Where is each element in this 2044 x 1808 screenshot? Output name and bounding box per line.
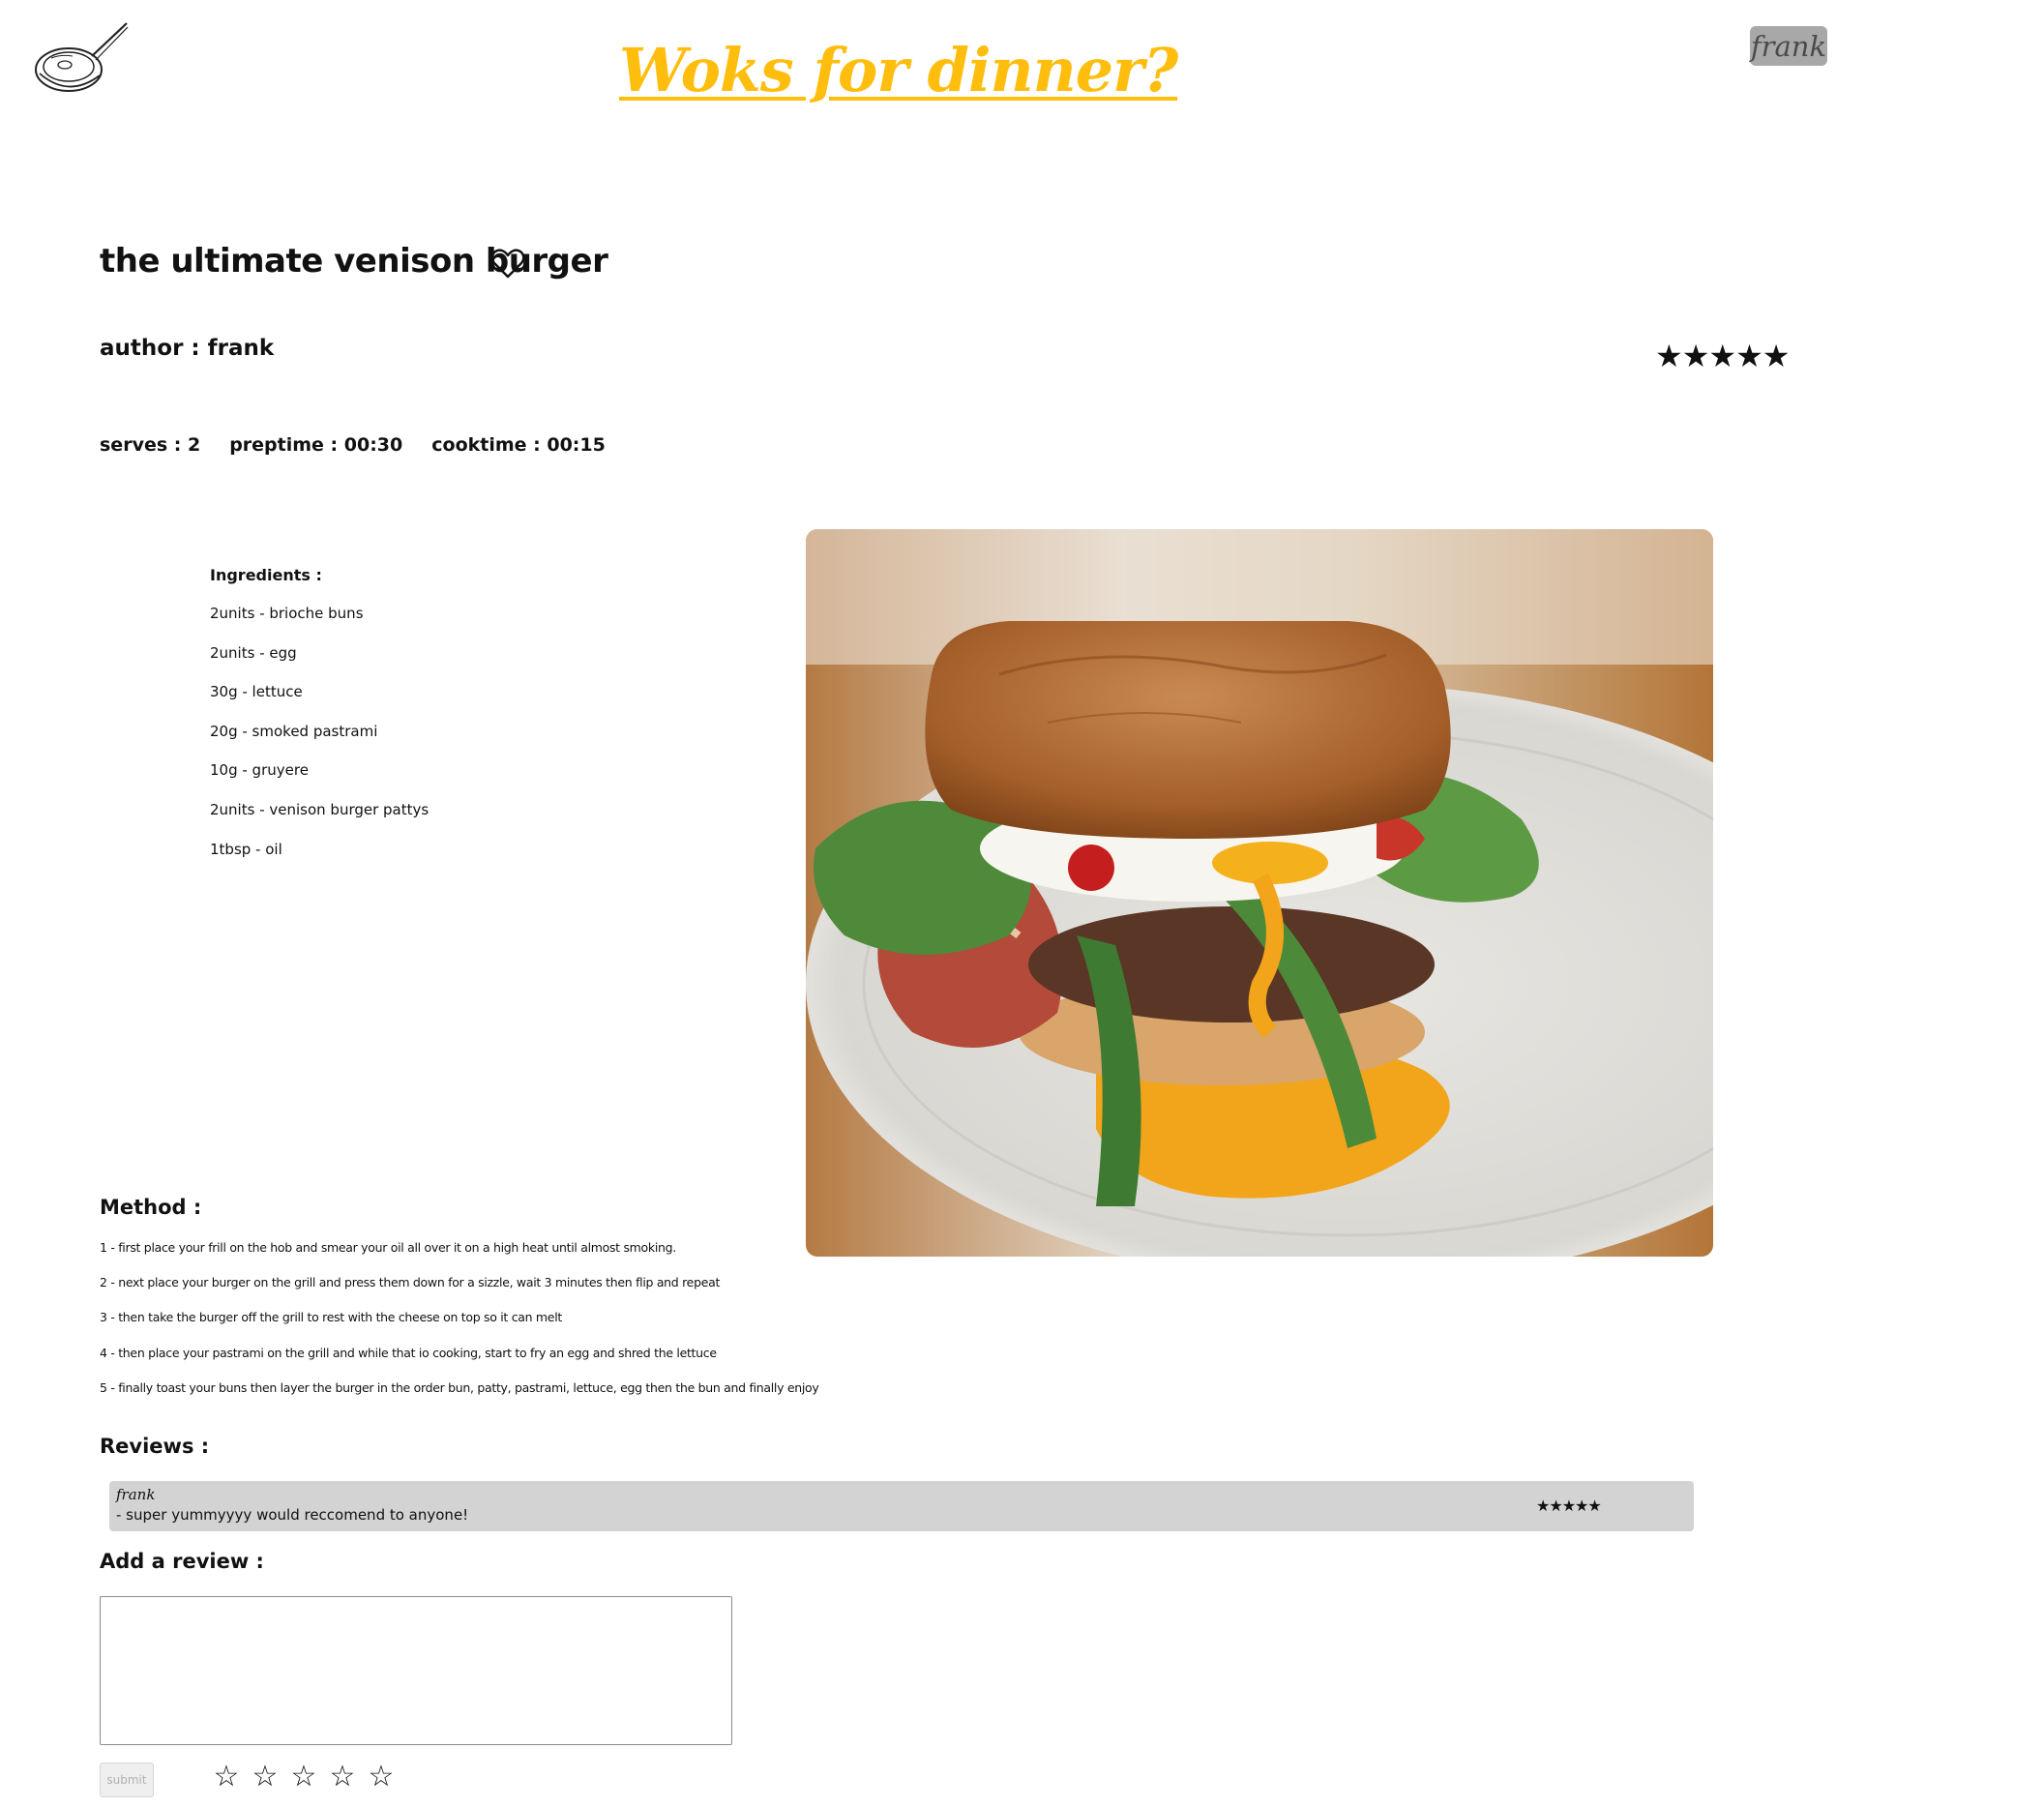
method-list: 1 - first place your frill on the hob an… xyxy=(100,1240,819,1415)
recipe-title: the ultimate venison burger xyxy=(100,242,608,281)
method-step: 3 - then take the burger off the grill t… xyxy=(100,1310,562,1325)
star-rating-5-icon[interactable]: ☆ xyxy=(367,1759,396,1795)
ingredient-item: 2units - egg xyxy=(210,643,297,662)
review-text: - super yummyyyy would reccomend to anyo… xyxy=(116,1506,469,1524)
preptime-label: preptime : 00:30 xyxy=(229,434,403,456)
wok-logo-icon[interactable] xyxy=(32,21,131,99)
recipe-meta-row: serves : 2 preptime : 00:30 cooktime : 0… xyxy=(100,434,606,456)
user-account-button[interactable]: frank xyxy=(1750,26,1827,66)
review-rating-stars: ★★★★★ xyxy=(1536,1497,1602,1515)
star-rating-4-icon[interactable]: ☆ xyxy=(328,1759,357,1795)
review-textarea[interactable] xyxy=(100,1596,732,1745)
method-step: 1 - first place your frill on the hob an… xyxy=(100,1240,676,1255)
recipe-author: author : frank xyxy=(100,336,275,361)
add-review-heading: Add a review : xyxy=(100,1550,264,1573)
recipe-rating-stars: ★★★★★ xyxy=(1655,338,1790,374)
ingredient-item: 2units - venison burger pattys xyxy=(210,800,430,818)
ingredient-item: 20g - smoked pastrami xyxy=(210,722,378,740)
ingredient-item: 30g - lettuce xyxy=(210,683,303,701)
recipe-photo xyxy=(806,529,1713,1257)
submit-review-button[interactable]: submit xyxy=(100,1763,154,1797)
review-author: frank xyxy=(116,1486,156,1503)
review-card: frank - super yummyyyy would reccomend t… xyxy=(109,1481,1694,1531)
star-rating-3-icon[interactable]: ☆ xyxy=(289,1759,318,1795)
reviews-heading: Reviews : xyxy=(100,1435,210,1458)
ingredient-item: 2units - brioche buns xyxy=(210,605,364,622)
user-name-label: frank xyxy=(1750,29,1827,63)
cooktime-label: cooktime : 00:15 xyxy=(431,434,606,456)
method-step: 5 - finally toast your buns then layer t… xyxy=(100,1379,819,1395)
method-step: 2 - next place your burger on the grill … xyxy=(100,1275,721,1290)
star-rating-1-icon[interactable]: ☆ xyxy=(212,1759,241,1795)
method-heading: Method : xyxy=(100,1196,202,1219)
ingredients-heading: Ingredients : xyxy=(210,566,322,584)
rating-star-picker: ☆ ☆ ☆ ☆ ☆ xyxy=(212,1759,396,1795)
ingredient-item: 10g - gruyere xyxy=(210,761,309,780)
method-step: 4 - then place your pastrami on the gril… xyxy=(100,1345,717,1360)
ingredients-list: Ingredients : 2units - brioche buns 2uni… xyxy=(210,566,429,879)
ingredient-item: 1tbsp - oil xyxy=(210,840,282,858)
star-rating-2-icon[interactable]: ☆ xyxy=(251,1759,280,1795)
site-title-link[interactable]: Woks for dinner? xyxy=(619,35,1178,105)
serves-label: serves : 2 xyxy=(100,434,201,456)
favorite-heart-icon[interactable] xyxy=(489,247,526,282)
